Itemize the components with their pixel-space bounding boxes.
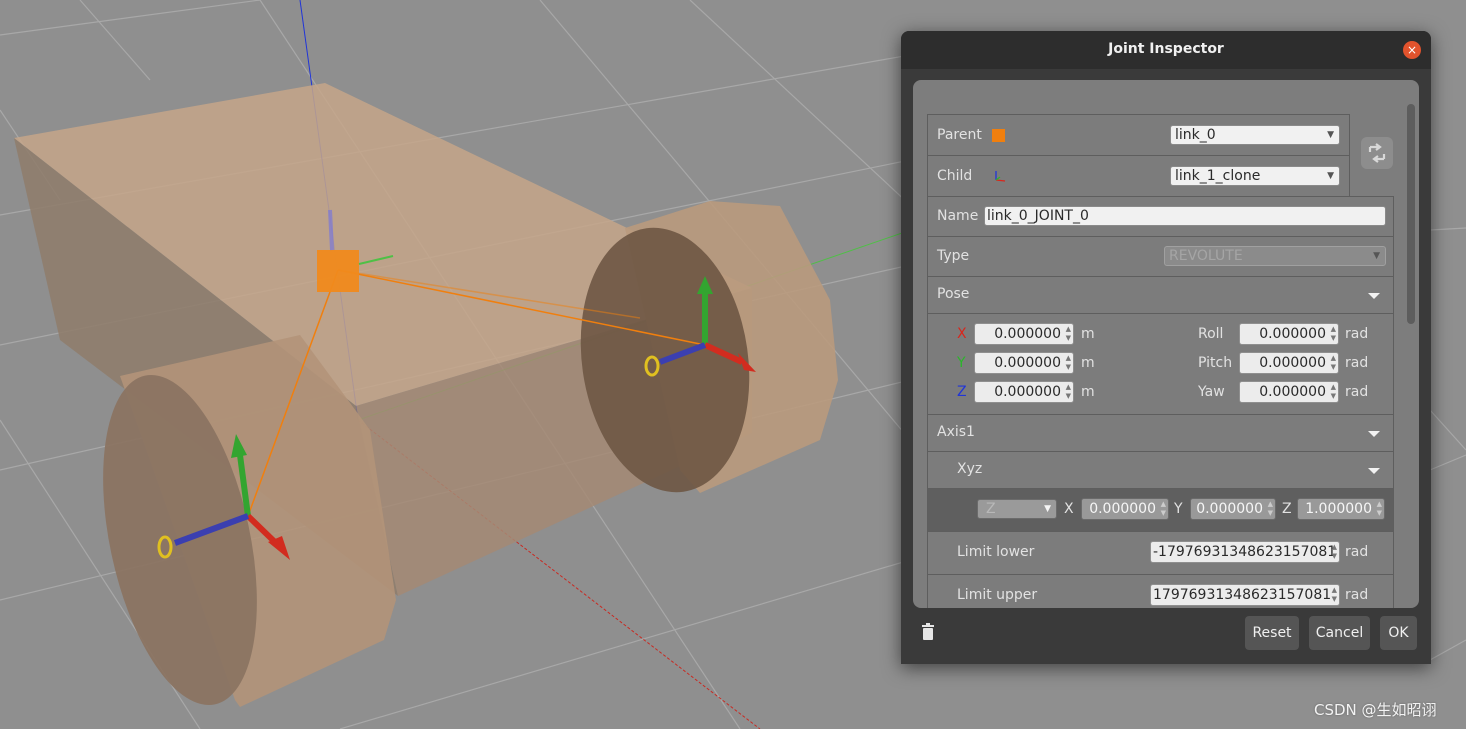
roll-unit: rad bbox=[1345, 326, 1369, 342]
expand-chevron-icon bbox=[1368, 468, 1380, 474]
axis-x-spinbox[interactable]: 0.000000 ▲ ▼ bbox=[1081, 498, 1169, 520]
pose-z-spinbox[interactable]: 0.000000 ▲ ▼ bbox=[974, 381, 1074, 403]
spin-arrows-icon: ▲ ▼ bbox=[1376, 500, 1382, 517]
spin-arrows-icon: ▲ ▼ bbox=[1065, 383, 1071, 400]
spin-arrows-icon: ▲ ▼ bbox=[1330, 325, 1336, 342]
joint-inspector-dialog: Joint Inspector × Parent link_0 ▼ Child bbox=[901, 31, 1431, 664]
limit-lower-unit: rad bbox=[1345, 544, 1369, 560]
axis-y-spinbox[interactable]: 0.000000 ▲ ▼ bbox=[1190, 498, 1276, 520]
pose-y-unit: m bbox=[1081, 355, 1095, 371]
trash-icon[interactable] bbox=[921, 623, 935, 641]
axis-z-label: Z bbox=[1282, 501, 1292, 517]
child-label: Child bbox=[937, 168, 973, 184]
close-button[interactable]: × bbox=[1403, 41, 1421, 59]
pose-y-spinbox[interactable]: 0.000000 ▲ ▼ bbox=[974, 352, 1074, 374]
xyz-section-header[interactable]: Xyz bbox=[927, 451, 1394, 488]
pose-x-label: X bbox=[957, 326, 967, 342]
axis1-section-header[interactable]: Axis1 bbox=[927, 414, 1394, 451]
parent-link-marker[interactable] bbox=[317, 250, 359, 292]
name-row: Name link_0_JOINT_0 bbox=[927, 196, 1394, 236]
axis1-label: Axis1 bbox=[937, 424, 975, 440]
inspector-scroll-area[interactable]: Parent link_0 ▼ Child link_1_clone ▼ Nam… bbox=[913, 80, 1419, 608]
parent-select[interactable]: link_0 ▼ bbox=[1170, 125, 1340, 145]
xyz-fields: Z ▼ X 0.000000 ▲ ▼ Y 0.000000 ▲ ▼ Z 1.000000… bbox=[927, 488, 1394, 531]
limit-lower-row: Limit lower -17976931348623157081 ▲ ▼ rad bbox=[927, 531, 1394, 574]
swap-icon bbox=[1368, 143, 1386, 163]
roll-spinbox[interactable]: 0.000000 ▲ ▼ bbox=[1239, 323, 1339, 345]
roll-label: Roll bbox=[1198, 326, 1224, 342]
spin-arrows-icon: ▲ ▼ bbox=[1330, 354, 1336, 371]
chevron-down-icon: ▼ bbox=[1327, 171, 1334, 181]
dialog-title: Joint Inspector bbox=[1108, 41, 1224, 57]
parent-row: Parent link_0 ▼ bbox=[927, 114, 1350, 155]
child-row: Child link_1_clone ▼ bbox=[927, 155, 1350, 196]
yaw-label: Yaw bbox=[1198, 384, 1225, 400]
xyz-label: Xyz bbox=[957, 461, 983, 477]
spin-arrows-icon: ▲ ▼ bbox=[1330, 383, 1336, 400]
pitch-spinbox[interactable]: 0.000000 ▲ ▼ bbox=[1239, 352, 1339, 374]
spin-arrows-icon: ▲ ▼ bbox=[1065, 354, 1071, 371]
parent-label: Parent bbox=[937, 127, 982, 143]
joint-name-input[interactable]: link_0_JOINT_0 bbox=[984, 206, 1386, 226]
ok-button[interactable]: OK bbox=[1380, 616, 1417, 650]
joint-type-select[interactable]: REVOLUTE ▼ bbox=[1164, 246, 1386, 266]
limit-lower-label: Limit lower bbox=[957, 544, 1035, 560]
swap-parent-child-button[interactable] bbox=[1361, 137, 1393, 169]
limit-lower-spinbox[interactable]: -17976931348623157081 ▲ ▼ bbox=[1150, 541, 1340, 563]
pose-z-unit: m bbox=[1081, 384, 1095, 400]
pose-label: Pose bbox=[937, 286, 970, 302]
limit-upper-spinbox[interactable]: 17976931348623157081 ▲ ▼ bbox=[1150, 584, 1340, 606]
pitch-label: Pitch bbox=[1198, 355, 1233, 371]
yaw-spinbox[interactable]: 0.000000 ▲ ▼ bbox=[1239, 381, 1339, 403]
dialog-titlebar[interactable]: Joint Inspector × bbox=[901, 31, 1431, 69]
expand-chevron-icon bbox=[1368, 293, 1380, 299]
spin-arrows-icon: ▲ ▼ bbox=[1331, 586, 1337, 603]
cancel-button[interactable]: Cancel bbox=[1309, 616, 1370, 650]
axis-x-label: X bbox=[1064, 501, 1074, 517]
pose-fields: X 0.000000 ▲ ▼ m Roll 0.000000 ▲ ▼ rad Y 0.0… bbox=[927, 313, 1394, 414]
chevron-down-icon: ▼ bbox=[1044, 504, 1051, 514]
pose-y-label: Y bbox=[957, 355, 966, 371]
yaw-unit: rad bbox=[1345, 384, 1369, 400]
expand-chevron-icon bbox=[1368, 431, 1380, 437]
spin-arrows-icon: ▲ ▼ bbox=[1267, 500, 1273, 517]
axis-z-spinbox[interactable]: 1.000000 ▲ ▼ bbox=[1297, 498, 1385, 520]
watermark: CSDN @生如昭诩 bbox=[1314, 701, 1437, 719]
limit-upper-label: Limit upper bbox=[957, 587, 1038, 603]
parent-link-icon bbox=[992, 129, 1005, 142]
reset-button[interactable]: Reset bbox=[1245, 616, 1299, 650]
child-frame-icon bbox=[995, 171, 1006, 182]
chevron-down-icon: ▼ bbox=[1373, 251, 1380, 261]
pose-section-header[interactable]: Pose bbox=[927, 276, 1394, 313]
pose-x-unit: m bbox=[1081, 326, 1095, 342]
type-label: Type bbox=[937, 248, 970, 264]
spin-arrows-icon: ▲ ▼ bbox=[1160, 500, 1166, 517]
limit-upper-row: Limit upper 17976931348623157081 ▲ ▼ rad bbox=[927, 574, 1394, 608]
type-row: Type REVOLUTE ▼ bbox=[927, 236, 1394, 276]
pose-z-label: Z bbox=[957, 384, 967, 400]
axis-preset-select[interactable]: Z ▼ bbox=[977, 499, 1057, 519]
spin-arrows-icon: ▲ ▼ bbox=[1331, 543, 1337, 560]
vertical-scrollbar[interactable] bbox=[1407, 104, 1415, 604]
axis-y-label: Y bbox=[1174, 501, 1183, 517]
child-select[interactable]: link_1_clone ▼ bbox=[1170, 166, 1340, 186]
scrollbar-thumb[interactable] bbox=[1407, 104, 1415, 324]
name-label: Name bbox=[937, 208, 979, 224]
pose-x-spinbox[interactable]: 0.000000 ▲ ▼ bbox=[974, 323, 1074, 345]
pitch-unit: rad bbox=[1345, 355, 1369, 371]
spin-arrows-icon: ▲ ▼ bbox=[1065, 325, 1071, 342]
limit-upper-unit: rad bbox=[1345, 587, 1369, 603]
chevron-down-icon: ▼ bbox=[1327, 130, 1334, 140]
